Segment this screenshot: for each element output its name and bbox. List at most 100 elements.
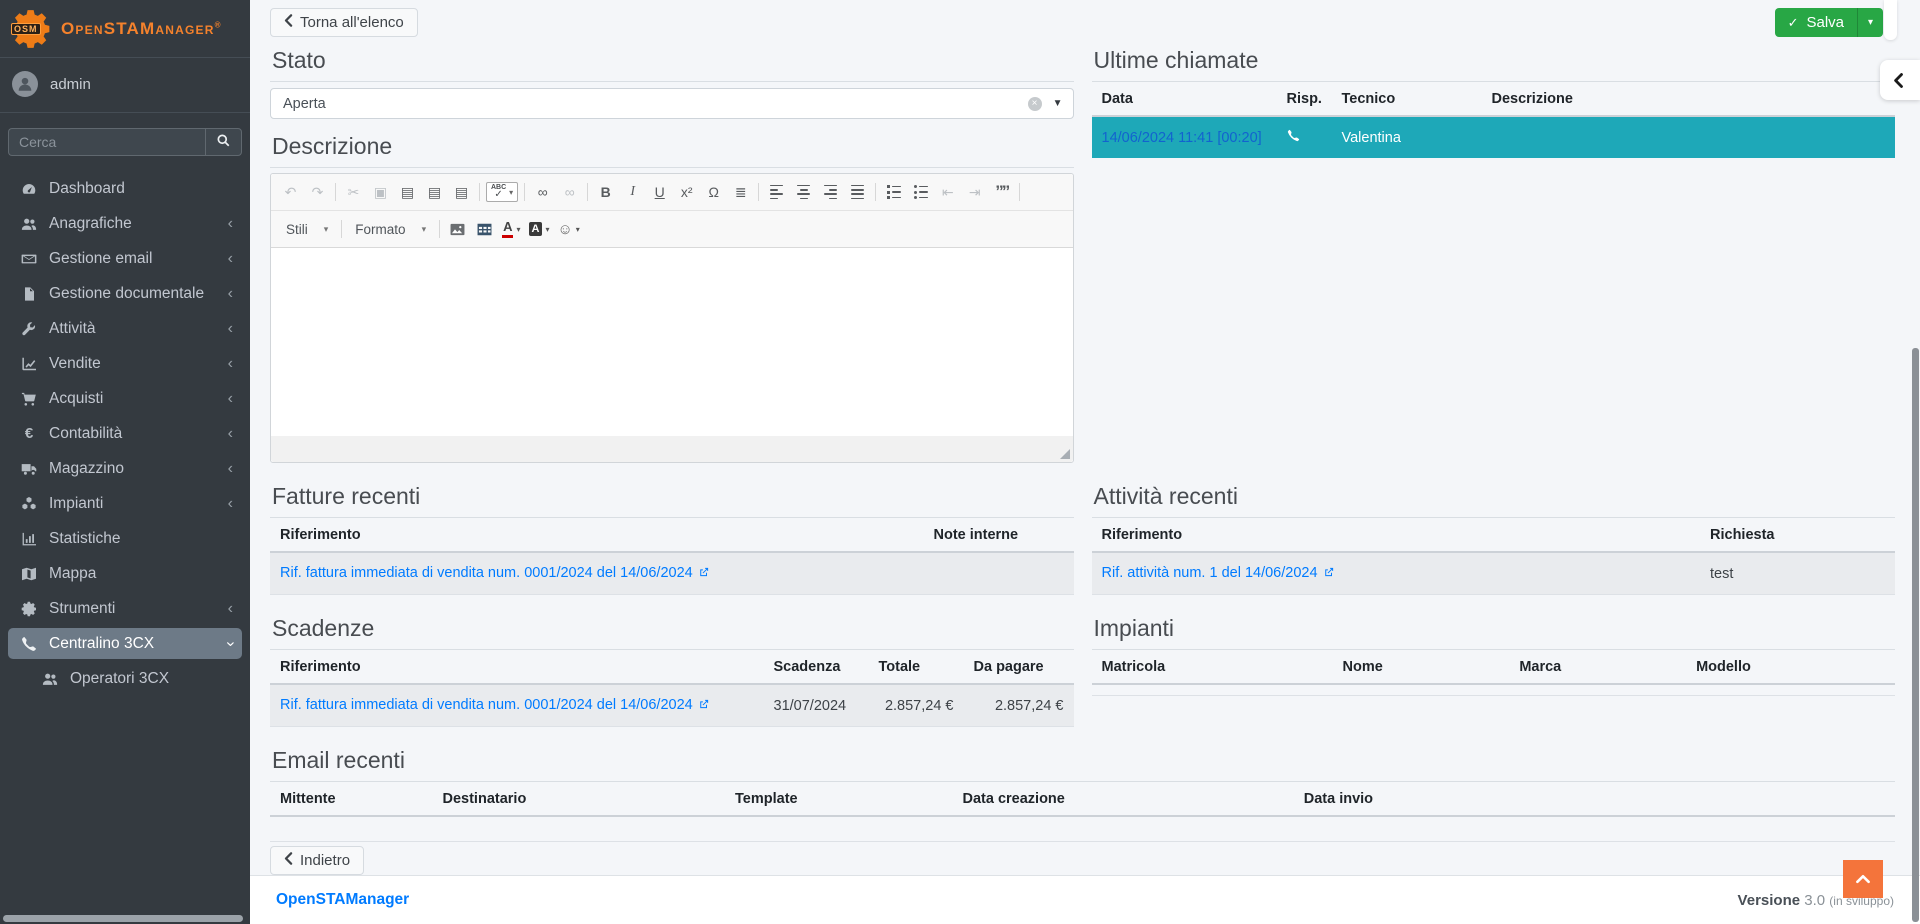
sidebar-item-attivita[interactable]: Attività ‹	[8, 313, 242, 344]
attivita-row[interactable]: Rif. attività num. 1 del 14/06/2024 test	[1092, 552, 1896, 595]
section-attivita-recenti: Attività recenti Riferimento Richiesta R…	[1092, 483, 1896, 595]
editor-content-area[interactable]	[271, 248, 1073, 436]
sidebar-item-mappa[interactable]: Mappa	[8, 558, 242, 589]
attivita-link[interactable]: Rif. attività num. 1 del 14/06/2024	[1102, 565, 1318, 581]
align-right-icon[interactable]	[817, 180, 844, 204]
decrease-indent-icon[interactable]: ⇤	[934, 180, 961, 204]
italic-icon[interactable]: I	[619, 180, 646, 204]
chevron-up-icon	[1856, 874, 1870, 884]
sidebar: OSM OpenSTAManager® admin Dashboard Anag	[0, 0, 250, 924]
numbered-list-icon[interactable]	[880, 180, 907, 204]
sidebar-item-magazzino[interactable]: Magazzino ‹	[8, 453, 242, 484]
user-panel[interactable]: admin	[0, 58, 250, 113]
back-button[interactable]: Indietro	[270, 846, 364, 875]
editor-toolbar-row-2: Stili▾ Formato▾	[271, 211, 1073, 248]
page-vertical-scrollbar[interactable]	[1912, 348, 1919, 922]
column-header: Riferimento	[270, 650, 764, 684]
sidebar-horizontal-scrollbar[interactable]	[3, 915, 243, 922]
back-to-list-button[interactable]: Torna all'elenco	[270, 8, 418, 37]
sidebar-item-centralino-3cx[interactable]: Centralino 3CX ‹	[8, 628, 242, 659]
save-button[interactable]: ✓ Salva	[1775, 8, 1857, 37]
bullet-list-icon[interactable]	[907, 180, 934, 204]
special-character-icon[interactable]: Ω	[700, 180, 727, 204]
scadenze-heading: Scadenze	[270, 615, 1074, 650]
stato-heading: Stato	[270, 47, 1074, 82]
stato-selected-value: Aperta	[283, 96, 1028, 112]
call-date-link[interactable]: 14/06/2024 11:41 [00:20]	[1102, 130, 1262, 146]
column-header: Data creazione	[953, 782, 1294, 816]
styles-combo[interactable]: Stili▾	[277, 217, 337, 241]
blockquote-icon[interactable]: ””	[988, 180, 1015, 204]
sidebar-item-statistiche[interactable]: Statistiche	[8, 523, 242, 554]
footer-brand-link[interactable]: OpenSTAManager	[276, 891, 409, 909]
cut-icon[interactable]: ✂	[340, 180, 367, 204]
justify-icon[interactable]	[844, 180, 871, 204]
link-icon[interactable]: ∞	[529, 180, 556, 204]
scadenza-row[interactable]: Rif. fattura immediata di vendita num. 0…	[270, 684, 1074, 727]
gear-icon	[17, 601, 41, 617]
fatture-heading: Fatture recenti	[270, 483, 1074, 518]
sidebar-item-contabilita[interactable]: € Contabilità ‹	[8, 418, 242, 449]
fattura-link[interactable]: Rif. fattura immediata di vendita num. 0…	[280, 565, 693, 581]
sidebar-item-operatori-3cx[interactable]: Operatori 3CX	[8, 663, 242, 694]
column-header: Risp.	[1277, 82, 1332, 116]
spell-check-button[interactable]: ABC✓ ▾	[486, 182, 518, 202]
column-header: Riferimento	[1092, 518, 1701, 552]
clear-selection-icon[interactable]: ×	[1028, 97, 1042, 111]
sidebar-item-gestione-email[interactable]: Gestione email ‹	[8, 243, 242, 274]
sidebar-item-dashboard[interactable]: Dashboard	[8, 173, 242, 204]
paste-as-text-icon[interactable]: ▤	[421, 180, 448, 204]
redo-icon[interactable]: ↷	[304, 180, 331, 204]
sidebar-item-acquisti[interactable]: Acquisti ‹	[8, 383, 242, 414]
bold-icon[interactable]: B	[592, 180, 619, 204]
side-panel-toggle[interactable]	[1880, 60, 1920, 100]
smiley-icon: ☺	[557, 221, 572, 238]
fattura-row[interactable]: Rif. fattura immediata di vendita num. 0…	[270, 552, 1074, 595]
scadenza-link[interactable]: Rif. fattura immediata di vendita num. 0…	[280, 697, 693, 713]
chevron-left-icon: ‹	[228, 321, 233, 337]
column-header: Mittente	[270, 782, 433, 816]
descrizione-heading: Descrizione	[270, 133, 1074, 168]
increase-indent-icon[interactable]: ⇥	[961, 180, 988, 204]
column-header: Richiesta	[1700, 518, 1895, 552]
app-window: OSM OpenSTAManager® admin Dashboard Anag	[0, 0, 1920, 924]
fatture-table: Riferimento Note interne Rif. fattura im…	[270, 518, 1074, 595]
attivita-heading: Attività recenti	[1092, 483, 1896, 518]
app-logo[interactable]: OSM OpenSTAManager®	[0, 0, 250, 58]
avatar	[12, 71, 38, 97]
editor-resize-handle[interactable]	[1060, 449, 1070, 459]
undo-icon[interactable]: ↶	[277, 180, 304, 204]
section-stato: Stato Aperta × ▼	[270, 47, 1074, 119]
column-header: Note interne	[924, 518, 1074, 552]
search-icon	[216, 133, 231, 151]
unlink-icon[interactable]: ∞	[556, 180, 583, 204]
sidebar-item-gestione-documentale[interactable]: Gestione documentale ‹	[8, 278, 242, 309]
scadenze-table: Riferimento Scadenza Totale Da pagare Ri…	[270, 650, 1074, 727]
align-left-icon[interactable]	[763, 180, 790, 204]
phone-answered-icon	[1287, 130, 1300, 146]
horizontal-rule-icon[interactable]: ≣	[727, 180, 754, 204]
background-color-button[interactable]: A ▾	[525, 217, 554, 241]
sidebar-item-strumenti[interactable]: Strumenti ‹	[8, 593, 242, 624]
align-center-icon[interactable]	[790, 180, 817, 204]
stato-select[interactable]: Aperta × ▼	[270, 88, 1074, 119]
text-color-button[interactable]: A ▾	[498, 217, 524, 241]
sidebar-item-anagrafiche[interactable]: Anagrafiche ‹	[8, 208, 242, 239]
ultime-chiamate-heading: Ultime chiamate	[1092, 47, 1896, 82]
search-button[interactable]	[205, 128, 242, 156]
call-row[interactable]: 14/06/2024 11:41 [00:20] Valentina	[1092, 116, 1896, 158]
insert-image-icon[interactable]	[444, 217, 471, 241]
underline-icon[interactable]: U	[646, 180, 673, 204]
paste-icon[interactable]: ▤	[394, 180, 421, 204]
insert-table-icon[interactable]	[471, 217, 498, 241]
save-dropdown-toggle[interactable]: ▾	[1857, 8, 1883, 37]
copy-icon[interactable]: ▣	[367, 180, 394, 204]
sidebar-item-vendite[interactable]: Vendite ‹	[8, 348, 242, 379]
sidebar-item-impianti[interactable]: Impianti ‹	[8, 488, 242, 519]
format-combo[interactable]: Formato▾	[346, 217, 435, 241]
smiley-button[interactable]: ☺ ▾	[553, 217, 583, 241]
paste-from-word-icon[interactable]: ▤	[448, 180, 475, 204]
search-input[interactable]	[8, 128, 205, 156]
superscript-icon[interactable]: x²	[673, 180, 700, 204]
scroll-to-top-button[interactable]	[1843, 860, 1883, 898]
